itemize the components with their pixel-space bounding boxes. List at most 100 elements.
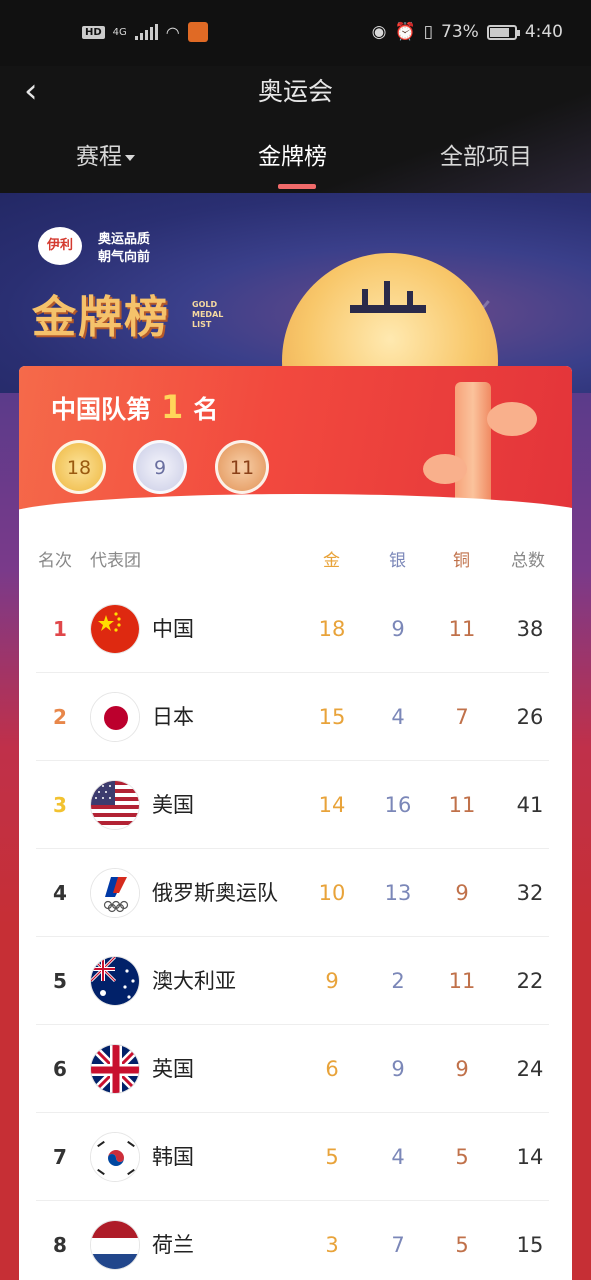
battery-percent: 73%	[441, 22, 479, 42]
summary-wave-divider	[19, 494, 572, 554]
total-count: 41	[516, 793, 544, 817]
silver-count: 4	[391, 1145, 405, 1169]
rank-cell: 7	[53, 1145, 67, 1169]
medal-banner: 伊利 奥运品质 朝气向前 金牌榜 GOLD MEDAL LIST	[0, 193, 591, 393]
china-flag-icon	[90, 604, 140, 654]
header-rank: 名次	[38, 551, 72, 571]
gold-count: 14	[318, 793, 346, 817]
signal-icon	[134, 24, 158, 40]
caret-down-icon	[125, 154, 135, 161]
total-count: 14	[516, 1145, 544, 1169]
bronze-count: 7	[455, 705, 469, 729]
silver-count: 4	[391, 705, 405, 729]
app-header: ‹ 奥运会 赛程 金牌榜 全部项目	[0, 66, 591, 193]
total-count: 24	[516, 1057, 544, 1081]
rank-cell: 5	[53, 969, 67, 993]
tab-schedule[interactable]: 赛程	[76, 140, 135, 174]
team-name: 英国	[152, 1057, 194, 1081]
team-name: 日本	[152, 705, 194, 729]
total-count: 26	[516, 705, 544, 729]
table-row[interactable]: 6 英国 6 9 9 24	[36, 1025, 549, 1113]
rank-cell: 1	[53, 617, 67, 641]
total-count: 38	[516, 617, 544, 641]
rank-cell: 3	[53, 793, 67, 817]
gold-count: 9	[325, 969, 339, 993]
rank-cell: 4	[53, 881, 67, 905]
header-silver: 银	[389, 551, 406, 571]
table-row[interactable]: 8 荷兰 3 7 5 15	[36, 1201, 549, 1280]
athlete-figure	[407, 291, 413, 305]
australia-flag-icon	[90, 956, 140, 1006]
eye-icon: ◉	[371, 22, 387, 42]
roc-flag-icon	[90, 868, 140, 918]
bronze-count: 11	[448, 617, 476, 641]
rank-cell: 6	[53, 1057, 67, 1081]
bronze-count: 11	[448, 793, 476, 817]
gold-count: 10	[318, 881, 346, 905]
sponsor-slogan: 奥运品质 朝气向前	[98, 231, 150, 267]
tab-bar: 赛程 金牌榜 全部项目	[0, 140, 591, 190]
gold-count: 5	[325, 1145, 339, 1169]
usa-flag-icon	[90, 780, 140, 830]
alarm-icon: ⏰	[394, 22, 416, 42]
clock-time: 4:40	[524, 22, 563, 42]
bronze-count: 5	[455, 1145, 469, 1169]
total-count: 15	[516, 1233, 544, 1257]
hd-icon: HD	[82, 25, 105, 39]
table-row[interactable]: 3 美国 14 16 11 41	[36, 761, 549, 849]
japan-flag-icon	[90, 692, 140, 742]
podium-graphic	[350, 305, 426, 313]
wifi-icon: ◠	[165, 22, 180, 42]
vibrate-icon: ▯	[423, 22, 434, 42]
athlete-figure	[384, 281, 390, 305]
silver-count: 9	[391, 617, 405, 641]
silver-count: 16	[384, 793, 412, 817]
bronze-count: 9	[455, 1057, 469, 1081]
table-header: 名次 代表团 金 银 铜 总数	[19, 548, 572, 574]
tab-medal-label: 金牌榜	[258, 144, 327, 170]
banner-title: 金牌榜	[32, 292, 170, 343]
battery-icon	[486, 24, 520, 40]
summary-suffix: 名	[193, 395, 219, 424]
silver-count: 7	[391, 1233, 405, 1257]
korea-flag-icon	[90, 1132, 140, 1182]
summary-rank: 1	[161, 388, 184, 426]
network-type: 4G	[112, 26, 127, 38]
bronze-count: 11	[448, 969, 476, 993]
gold-count: 15	[318, 705, 346, 729]
tab-schedule-label: 赛程	[76, 144, 122, 170]
uk-flag-icon	[90, 1044, 140, 1094]
cloud-graphic	[423, 454, 467, 484]
status-bar: HD 4G ◠ ◉ ⏰ ▯ 73% 4:40	[0, 0, 591, 66]
silver-count: 9	[391, 1057, 405, 1081]
table-row[interactable]: 2 日本 15 4 7 26	[36, 673, 549, 761]
silver-medal-count: 9	[133, 440, 187, 494]
bronze-medal-count: 11	[215, 440, 269, 494]
slogan-line-1: 奥运品质	[98, 232, 151, 247]
page-title: 奥运会	[257, 77, 333, 106]
app-notification-icon	[187, 22, 208, 42]
sponsor-logo: 伊利	[38, 227, 82, 265]
silver-count: 2	[391, 969, 405, 993]
athlete-figure	[362, 289, 368, 305]
silver-count: 13	[384, 881, 412, 905]
table-row[interactable]: 1 中国 18 9 11 38	[36, 585, 549, 673]
bronze-count: 5	[455, 1233, 469, 1257]
team-name: 澳大利亚	[152, 969, 236, 993]
slogan-line-2: 朝气向前	[98, 250, 151, 265]
tab-all-events[interactable]: 全部项目	[440, 140, 532, 174]
team-name: 美国	[152, 793, 194, 817]
header-total: 总数	[511, 551, 545, 571]
gold-count: 3	[325, 1233, 339, 1257]
table-row[interactable]: 5 澳大利亚 9 2 11 22	[36, 937, 549, 1025]
team-name: 中国	[152, 617, 194, 641]
tab-medal-table[interactable]: 金牌榜	[258, 140, 327, 174]
tab-all-label: 全部项目	[440, 144, 532, 170]
gold-medal-count: 18	[52, 440, 106, 494]
total-count: 22	[516, 969, 544, 993]
table-row[interactable]: 4 俄罗斯奥运队 10 13 9 32	[36, 849, 549, 937]
status-left: HD 4G ◠	[82, 22, 208, 42]
table-row[interactable]: 7 韩国 5 4 5 14	[36, 1113, 549, 1201]
team-name: 俄罗斯奥运队	[152, 881, 278, 905]
status-right: ◉ ⏰ ▯ 73% 4:40	[372, 22, 563, 42]
